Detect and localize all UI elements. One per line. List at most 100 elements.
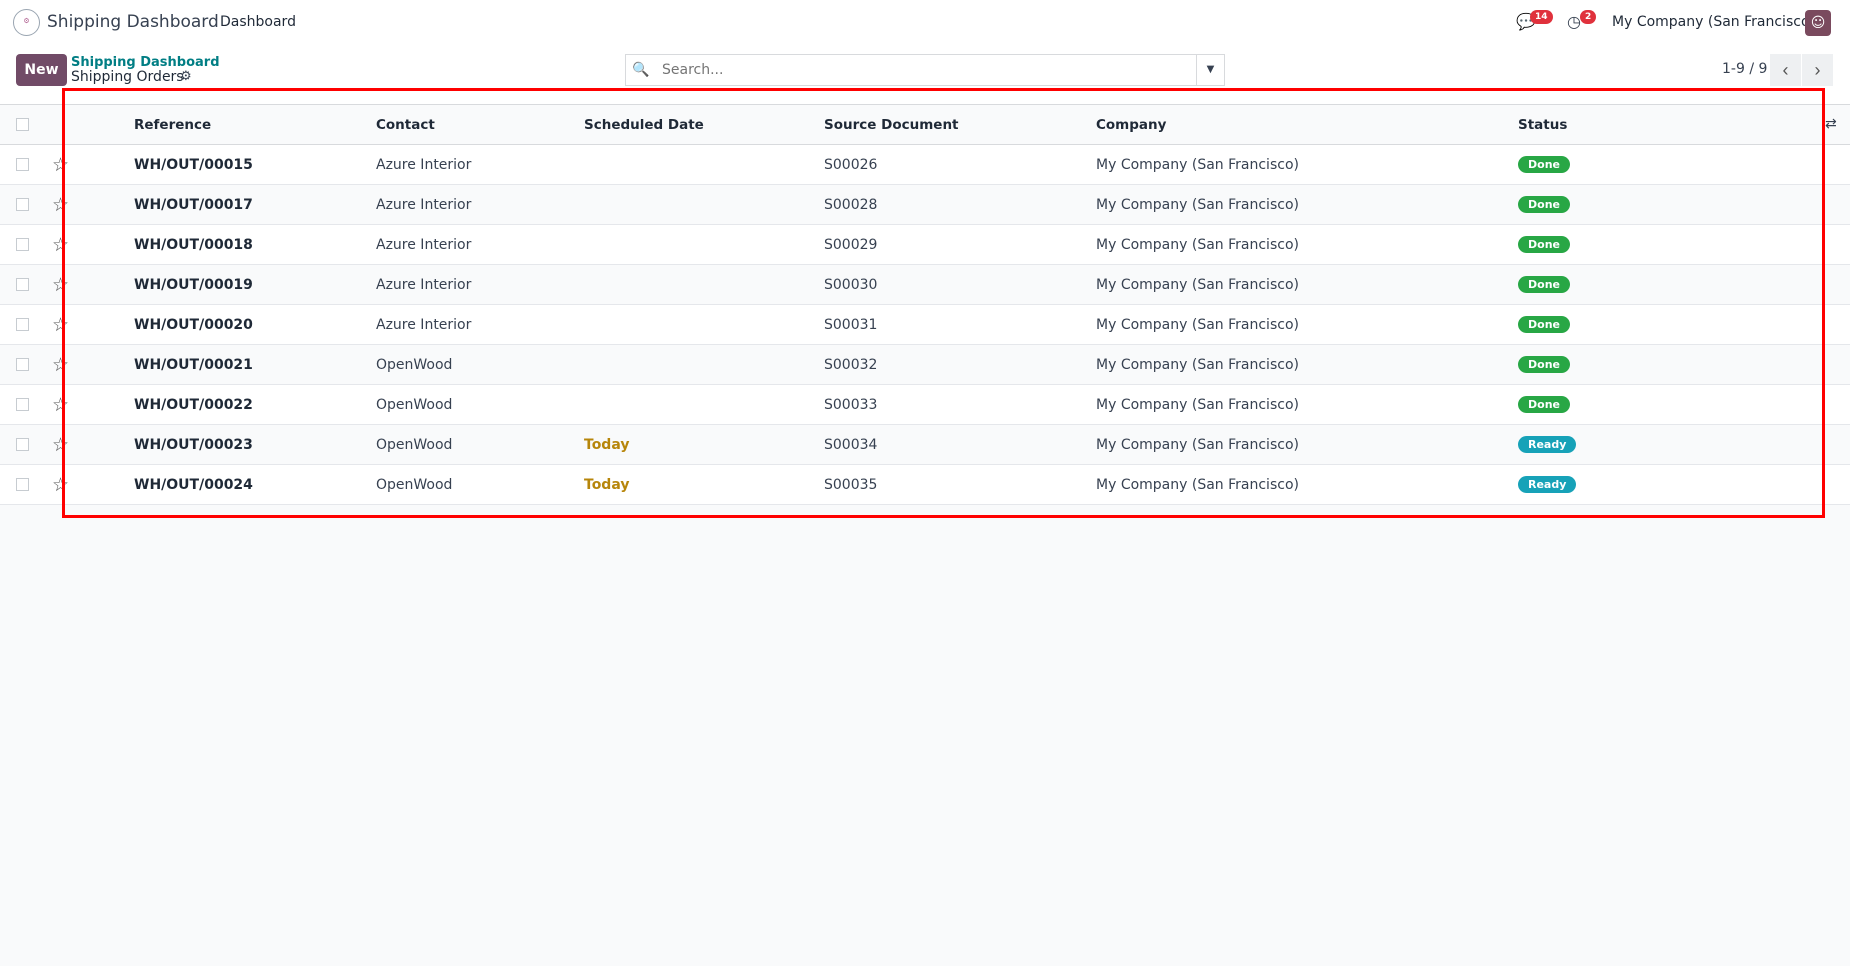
star-icon[interactable]: ☆	[52, 274, 69, 296]
star-icon[interactable]: ☆	[52, 394, 69, 416]
breadcrumb-parent[interactable]: Shipping Dashboard	[71, 55, 220, 70]
top-navbar: ⚙ Shipping Dashboard Dashboard 💬 14 ◷ 2 …	[0, 0, 1850, 46]
cell-company[interactable]: My Company (San Francisco)	[1096, 224, 1518, 265]
company-switcher[interactable]: My Company (San Francisco)	[1612, 14, 1815, 30]
star-icon[interactable]: ☆	[52, 234, 69, 256]
pager-value[interactable]: 1-9 / 9	[1722, 61, 1767, 77]
column-contact[interactable]: Contact	[376, 104, 584, 145]
row-checkbox[interactable]	[16, 478, 29, 491]
row-checkbox[interactable]	[16, 238, 29, 251]
cell-company[interactable]: My Company (San Francisco)	[1096, 144, 1518, 185]
column-reference[interactable]: Reference	[134, 104, 376, 145]
cell-scheduled-date[interactable]	[584, 384, 824, 425]
cell-contact[interactable]: Azure Interior	[376, 224, 584, 265]
cell-source-document[interactable]: S00028	[824, 184, 1096, 225]
star-icon[interactable]: ☆	[52, 314, 69, 336]
cell-company[interactable]: My Company (San Francisco)	[1096, 304, 1518, 345]
cell-source-document[interactable]: S00026	[824, 144, 1096, 185]
status-badge: Done	[1518, 236, 1570, 253]
cell-source-document[interactable]: S00035	[824, 464, 1096, 505]
cell-scheduled-date[interactable]	[584, 144, 824, 185]
cell-reference[interactable]: WH/OUT/00023	[134, 424, 376, 465]
row-checkbox[interactable]	[16, 358, 29, 371]
cell-company[interactable]: My Company (San Francisco)	[1096, 344, 1518, 385]
cell-reference[interactable]: WH/OUT/00019	[134, 264, 376, 305]
activity-clock-icon[interactable]: ◷	[1567, 12, 1581, 31]
cell-scheduled-date[interactable]	[584, 304, 824, 345]
row-checkbox[interactable]	[16, 398, 29, 411]
new-button[interactable]: New	[16, 54, 67, 86]
row-checkbox[interactable]	[16, 278, 29, 291]
column-status[interactable]: Status	[1518, 104, 1850, 145]
cell-contact[interactable]: OpenWood	[376, 384, 584, 425]
pager-previous-button[interactable]: ‹	[1770, 54, 1801, 86]
row-checkbox[interactable]	[16, 318, 29, 331]
app-title[interactable]: Shipping Dashboard	[47, 12, 219, 32]
cell-reference[interactable]: WH/OUT/00017	[134, 184, 376, 225]
row-checkbox[interactable]	[16, 158, 29, 171]
breadcrumb-current: Shipping Orders	[71, 69, 184, 85]
cell-reference[interactable]: WH/OUT/00024	[134, 464, 376, 505]
cell-source-document[interactable]: S00033	[824, 384, 1096, 425]
cell-contact[interactable]: Azure Interior	[376, 264, 584, 305]
table-row[interactable]: ☆ WH/OUT/00021 OpenWood S00032 My Compan…	[0, 344, 1850, 385]
cell-contact[interactable]: OpenWood	[376, 464, 584, 505]
cell-scheduled-date[interactable]	[584, 224, 824, 265]
table-row[interactable]: ☆ WH/OUT/00018 Azure Interior S00029 My …	[0, 224, 1850, 265]
cell-source-document[interactable]: S00032	[824, 344, 1096, 385]
user-avatar[interactable]: ☺	[1805, 10, 1831, 36]
cell-scheduled-date[interactable]: Today	[584, 464, 824, 505]
app-logo-icon[interactable]: ⚙	[13, 9, 40, 36]
row-checkbox[interactable]	[16, 438, 29, 451]
cell-source-document[interactable]: S00031	[824, 304, 1096, 345]
cell-scheduled-date[interactable]	[584, 264, 824, 305]
cell-reference[interactable]: WH/OUT/00020	[134, 304, 376, 345]
star-icon[interactable]: ☆	[52, 474, 69, 496]
optional-columns-toggle-icon[interactable]: ⇄	[1825, 116, 1837, 132]
select-all-checkbox[interactable]	[16, 118, 29, 131]
cell-scheduled-date[interactable]	[584, 184, 824, 225]
table-row[interactable]: ☆ WH/OUT/00022 OpenWood S00033 My Compan…	[0, 384, 1850, 425]
row-checkbox[interactable]	[16, 198, 29, 211]
column-scheduled-date[interactable]: Scheduled Date	[584, 104, 824, 145]
cell-contact[interactable]: Azure Interior	[376, 144, 584, 185]
cell-reference[interactable]: WH/OUT/00022	[134, 384, 376, 425]
cell-source-document[interactable]: S00034	[824, 424, 1096, 465]
table-row[interactable]: ☆ WH/OUT/00017 Azure Interior S00028 My …	[0, 184, 1850, 225]
pager-next-button[interactable]: ›	[1802, 54, 1833, 86]
cell-company[interactable]: My Company (San Francisco)	[1096, 424, 1518, 465]
star-icon[interactable]: ☆	[52, 154, 69, 176]
table-row[interactable]: ☆ WH/OUT/00024 OpenWood Today S00035 My …	[0, 464, 1850, 505]
cell-reference[interactable]: WH/OUT/00018	[134, 224, 376, 265]
shipping-orders-table: Reference Contact Scheduled Date Source …	[0, 104, 1850, 505]
search-icon: 🔍	[632, 62, 650, 78]
table-row[interactable]: ☆ WH/OUT/00023 OpenWood Today S00034 My …	[0, 424, 1850, 465]
cell-company[interactable]: My Company (San Francisco)	[1096, 384, 1518, 425]
table-row[interactable]: ☆ WH/OUT/00015 Azure Interior S00026 My …	[0, 144, 1850, 185]
gear-icon[interactable]: ⚙	[180, 69, 192, 84]
star-icon[interactable]: ☆	[52, 434, 69, 456]
cell-company[interactable]: My Company (San Francisco)	[1096, 264, 1518, 305]
menu-dashboard[interactable]: Dashboard	[220, 14, 296, 30]
cell-contact[interactable]: Azure Interior	[376, 184, 584, 225]
cell-source-document[interactable]: S00030	[824, 264, 1096, 305]
cell-reference[interactable]: WH/OUT/00021	[134, 344, 376, 385]
status-badge: Done	[1518, 196, 1570, 213]
cell-contact[interactable]: OpenWood	[376, 424, 584, 465]
cell-reference[interactable]: WH/OUT/00015	[134, 144, 376, 185]
star-icon[interactable]: ☆	[52, 194, 69, 216]
cell-contact[interactable]: Azure Interior	[376, 304, 584, 345]
cell-scheduled-date[interactable]: Today	[584, 424, 824, 465]
column-source-document[interactable]: Source Document	[824, 104, 1096, 145]
cell-company[interactable]: My Company (San Francisco)	[1096, 184, 1518, 225]
table-row[interactable]: ☆ WH/OUT/00019 Azure Interior S00030 My …	[0, 264, 1850, 305]
table-row[interactable]: ☆ WH/OUT/00020 Azure Interior S00031 My …	[0, 304, 1850, 345]
search-input[interactable]	[656, 56, 1196, 84]
cell-contact[interactable]: OpenWood	[376, 344, 584, 385]
star-icon[interactable]: ☆	[52, 354, 69, 376]
cell-source-document[interactable]: S00029	[824, 224, 1096, 265]
search-options-dropdown-icon[interactable]: ▼	[1196, 55, 1224, 85]
cell-scheduled-date[interactable]	[584, 344, 824, 385]
cell-company[interactable]: My Company (San Francisco)	[1096, 464, 1518, 505]
column-company[interactable]: Company	[1096, 104, 1518, 145]
